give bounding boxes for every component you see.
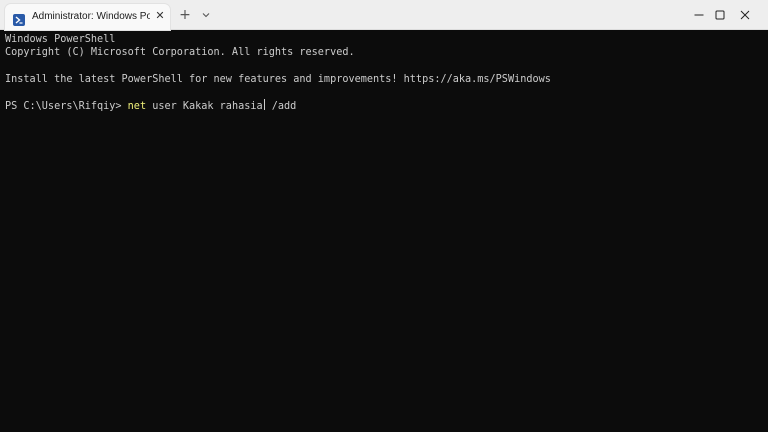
command-verb: net (127, 100, 147, 112)
command-args: user Kakak rahasia (146, 100, 263, 112)
terminal-line: Install the latest PowerShell for new fe… (5, 73, 551, 85)
powershell-icon (13, 11, 25, 26)
close-button[interactable] (722, 0, 768, 30)
tab-close-icon[interactable]: ✕ (153, 9, 167, 23)
terminal-line: Windows PowerShell (5, 34, 116, 45)
text-cursor (263, 98, 265, 110)
chevron-down-icon[interactable] (198, 7, 214, 23)
terminal-line: Copyright (C) Microsoft Corporation. All… (5, 47, 355, 59)
prompt: PS C:\Users\Rifqiy> (5, 100, 128, 112)
new-tab-button[interactable]: + (177, 7, 193, 23)
tab-powershell[interactable]: Administrator: Windows PowerShell ✕ (5, 4, 170, 30)
title-bar: Administrator: Windows PowerShell ✕ + (0, 0, 768, 30)
close-icon (740, 10, 750, 20)
terminal-output[interactable]: Windows PowerShell Copyright (C) Microso… (0, 31, 768, 432)
command-line[interactable]: PS C:\Users\Rifqiy> net user Kakak rahas… (5, 98, 763, 112)
command-args-tail: /add (265, 100, 297, 112)
tab-title: Administrator: Windows PowerShell (32, 11, 150, 22)
